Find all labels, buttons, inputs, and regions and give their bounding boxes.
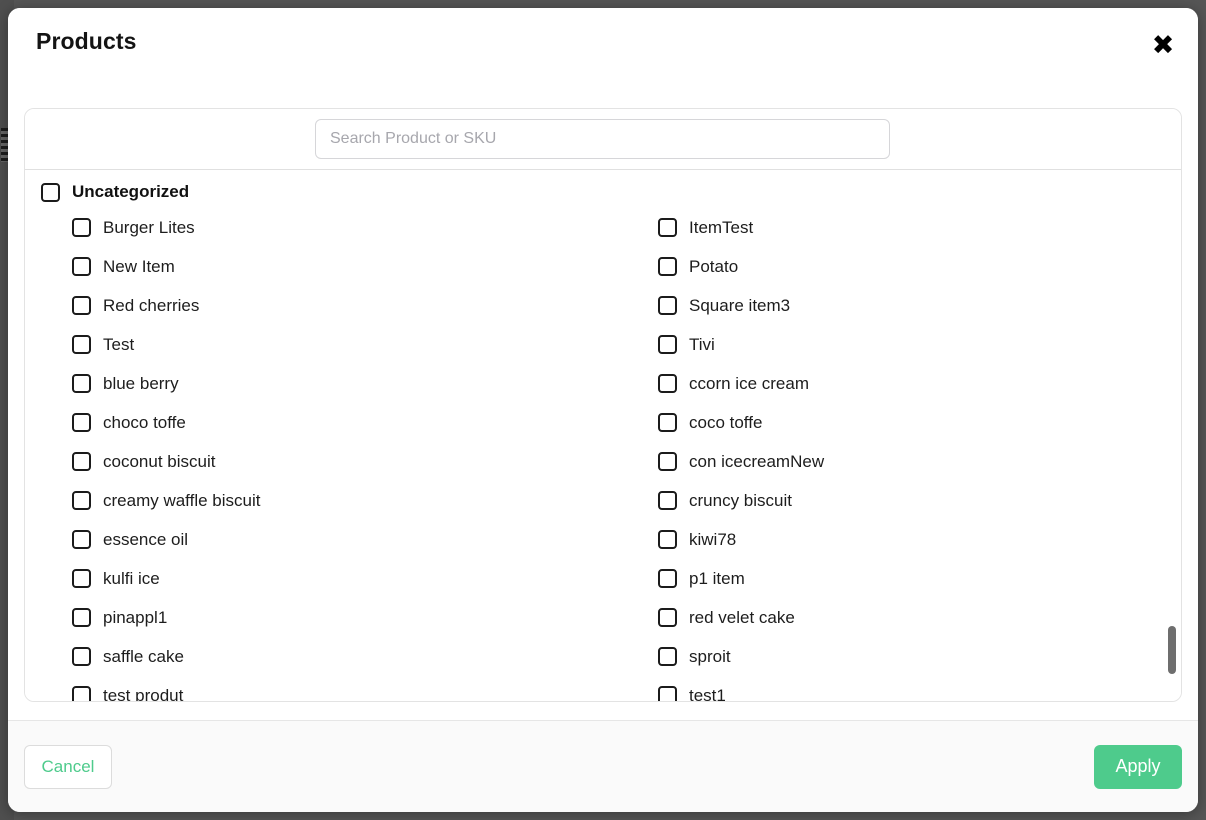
item-checkbox[interactable] [658,647,677,666]
category-uncategorized: Uncategorized Burger Lites New Item Red … [25,170,1181,701]
item-label: pinappl1 [103,608,167,628]
list-item[interactable]: kulfi ice [72,559,658,598]
item-label: kiwi78 [689,530,736,550]
list-item[interactable]: ItemTest [658,208,1181,247]
item-label: Red cherries [103,296,199,316]
item-label: test produt [103,686,183,702]
item-checkbox[interactable] [72,257,91,276]
item-checkbox[interactable] [658,569,677,588]
list-item[interactable]: choco toffe [72,403,658,442]
product-items-scroll-area[interactable]: Uncategorized Burger Lites New Item Red … [25,170,1181,701]
list-item[interactable]: red velet cake [658,598,1181,637]
list-item[interactable]: Tivi [658,325,1181,364]
list-item[interactable]: coconut biscuit [72,442,658,481]
item-checkbox[interactable] [658,296,677,315]
list-item[interactable]: test produt [72,676,658,701]
item-checkbox[interactable] [658,491,677,510]
item-label: Square item3 [689,296,790,316]
list-item[interactable]: sproit [658,637,1181,676]
category-header[interactable]: Uncategorized [25,170,1181,208]
item-checkbox[interactable] [658,452,677,471]
list-item[interactable]: Burger Lites [72,208,658,247]
item-checkbox[interactable] [658,608,677,627]
item-label: Burger Lites [103,218,195,238]
item-checkbox[interactable] [72,218,91,237]
page-title: Products [36,28,136,55]
item-label: ItemTest [689,218,753,238]
products-dialog: Products ✖ Uncategorized Burger Lites Ne… [8,8,1198,812]
item-label: New Item [103,257,175,277]
item-label: coco toffe [689,413,762,433]
item-checkbox[interactable] [72,296,91,315]
item-label: blue berry [103,374,179,394]
item-checkbox[interactable] [72,413,91,432]
item-checkbox[interactable] [72,569,91,588]
item-label: red velet cake [689,608,795,628]
list-item[interactable]: ccorn ice cream [658,364,1181,403]
category-label: Uncategorized [72,182,189,202]
item-label: essence oil [103,530,188,550]
scrollbar-track[interactable] [1168,172,1176,699]
list-item[interactable]: essence oil [72,520,658,559]
dialog-footer: Cancel Apply [8,720,1198,812]
item-checkbox[interactable] [72,647,91,666]
list-item[interactable]: Test [72,325,658,364]
search-row [25,109,1181,170]
item-checkbox[interactable] [72,686,91,701]
scrollbar-thumb[interactable] [1168,626,1176,674]
item-checkbox[interactable] [658,218,677,237]
dialog-header: Products ✖ [8,8,1198,82]
item-label: ccorn ice cream [689,374,809,394]
product-items-grid: Burger Lites New Item Red cherries Test … [25,208,1181,701]
cancel-button[interactable]: Cancel [24,745,112,789]
item-checkbox[interactable] [658,335,677,354]
product-list-panel: Uncategorized Burger Lites New Item Red … [24,108,1182,702]
item-label: Test [103,335,134,355]
item-label: kulfi ice [103,569,160,589]
close-icon[interactable]: ✖ [1148,30,1178,60]
item-checkbox[interactable] [658,686,677,701]
list-item[interactable]: pinappl1 [72,598,658,637]
item-label: p1 item [689,569,745,589]
list-item[interactable]: coco toffe [658,403,1181,442]
list-item[interactable]: blue berry [72,364,658,403]
category-checkbox[interactable] [41,183,60,202]
item-label: Potato [689,257,738,277]
list-item[interactable]: test1 [658,676,1181,701]
list-item[interactable]: New Item [72,247,658,286]
item-label: choco toffe [103,413,186,433]
item-label: test1 [689,686,726,702]
item-checkbox[interactable] [658,413,677,432]
item-checkbox[interactable] [72,530,91,549]
list-item[interactable]: p1 item [658,559,1181,598]
item-checkbox[interactable] [72,452,91,471]
item-label: cruncy biscuit [689,491,792,511]
item-checkbox[interactable] [72,491,91,510]
item-checkbox[interactable] [72,335,91,354]
item-label: Tivi [689,335,715,355]
list-item[interactable]: cruncy biscuit [658,481,1181,520]
list-item[interactable]: Red cherries [72,286,658,325]
item-checkbox[interactable] [72,608,91,627]
item-label: creamy waffle biscuit [103,491,260,511]
list-item[interactable]: creamy waffle biscuit [72,481,658,520]
list-item[interactable]: Square item3 [658,286,1181,325]
apply-button[interactable]: Apply [1094,745,1182,789]
item-label: coconut biscuit [103,452,215,472]
dialog-body: Uncategorized Burger Lites New Item Red … [8,82,1198,720]
item-checkbox[interactable] [658,374,677,393]
list-item[interactable]: kiwi78 [658,520,1181,559]
item-checkbox[interactable] [72,374,91,393]
list-item[interactable]: saffle cake [72,637,658,676]
item-checkbox[interactable] [658,257,677,276]
list-item[interactable]: Potato [658,247,1181,286]
item-label: saffle cake [103,647,184,667]
item-label: sproit [689,647,731,667]
search-input[interactable] [315,119,890,159]
item-label: con icecreamNew [689,452,824,472]
list-item[interactable]: con icecreamNew [658,442,1181,481]
item-checkbox[interactable] [658,530,677,549]
